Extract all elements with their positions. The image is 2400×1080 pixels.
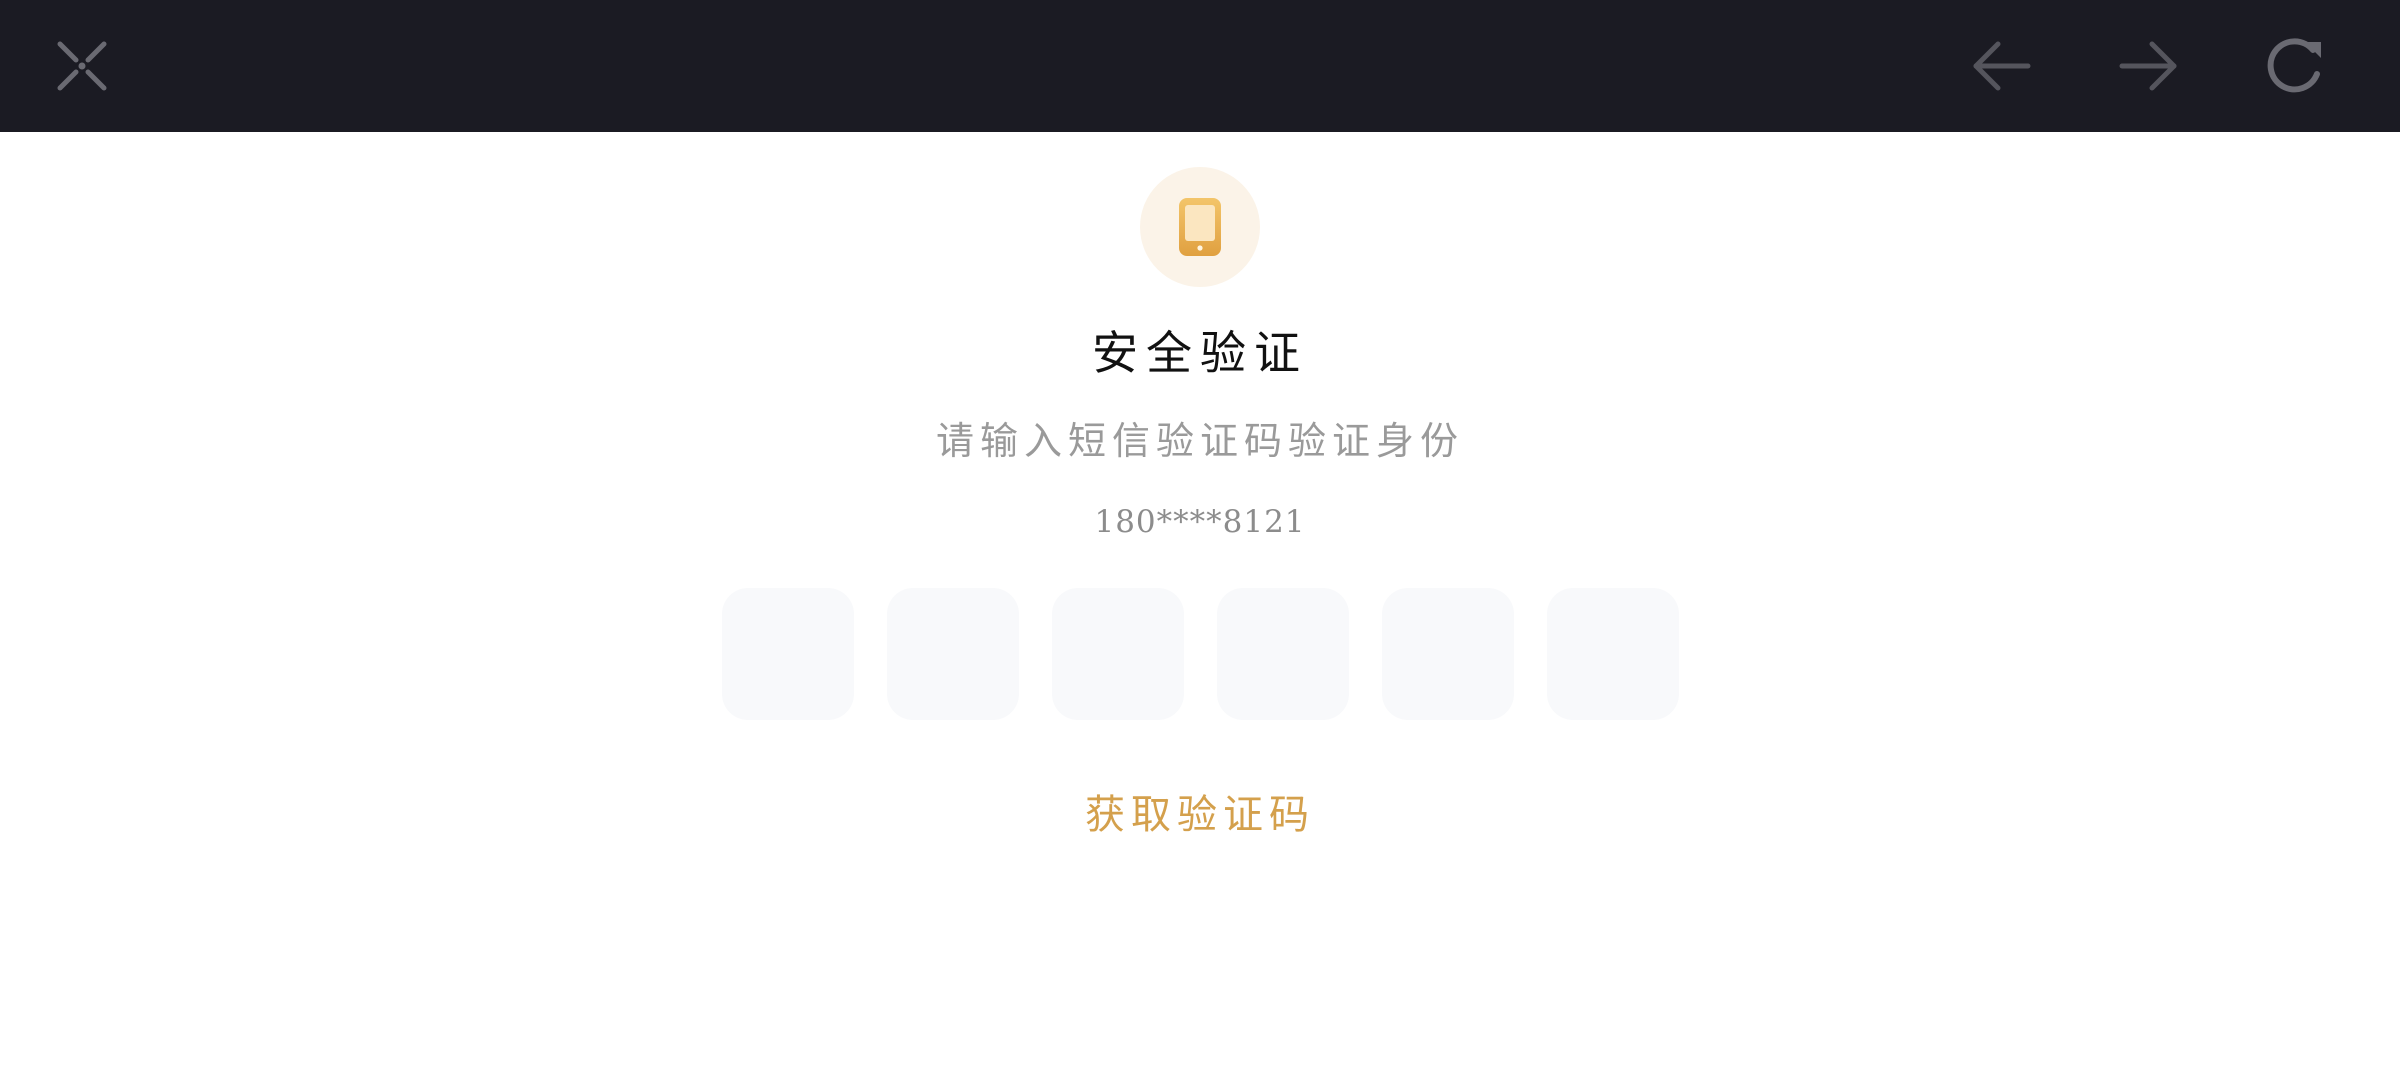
verification-page: 安全验证 请输入短信验证码验证身份 180****8121 获取验证码 [0, 132, 2400, 1080]
code-digit-2[interactable] [887, 588, 1019, 720]
code-digit-5[interactable] [1382, 588, 1514, 720]
code-digit-1[interactable] [722, 588, 854, 720]
close-button[interactable] [47, 31, 117, 101]
masked-phone-number: 180****8121 [1094, 504, 1306, 540]
refresh-icon [2267, 38, 2321, 93]
code-digit-4[interactable] [1217, 588, 1349, 720]
forward-button[interactable] [2113, 31, 2183, 101]
code-digit-6[interactable] [1547, 588, 1679, 720]
phone-badge [1140, 167, 1260, 287]
arrow-right-icon [2119, 41, 2177, 91]
refresh-button[interactable] [2260, 31, 2330, 101]
close-x-icon [57, 41, 107, 91]
phone-icon [1179, 198, 1221, 256]
back-button[interactable] [1967, 31, 2037, 101]
page-subtitle: 请输入短信验证码验证身份 [935, 419, 1464, 463]
page-title: 安全验证 [1092, 326, 1308, 380]
get-code-button[interactable]: 获取验证码 [1050, 782, 1350, 840]
code-digit-3[interactable] [1052, 588, 1184, 720]
code-input-group [722, 588, 1679, 720]
browser-toolbar [0, 0, 2400, 132]
arrow-left-icon [1973, 41, 2031, 91]
